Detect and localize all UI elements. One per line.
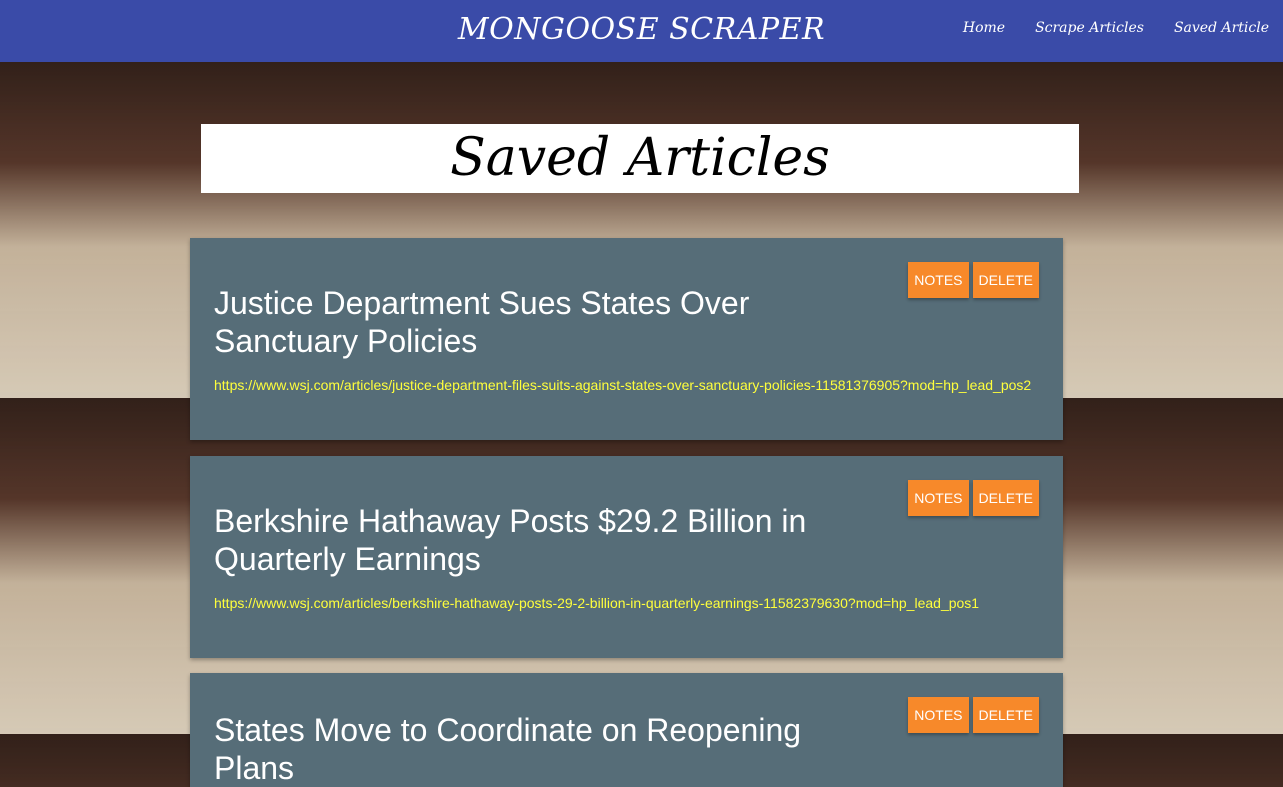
- notes-button[interactable]: NOTES: [908, 262, 969, 298]
- article-card: Berkshire Hathaway Posts $29.2 Billion i…: [190, 456, 1063, 658]
- notes-button[interactable]: NOTES: [908, 480, 969, 516]
- nav-home[interactable]: Home: [963, 20, 1005, 36]
- article-link[interactable]: https://www.wsj.com/articles/berkshire-h…: [214, 592, 1034, 615]
- notes-button[interactable]: NOTES: [908, 697, 969, 733]
- delete-button[interactable]: DELETE: [972, 697, 1039, 733]
- article-card: States Move to Coordinate on Reopening P…: [190, 673, 1063, 787]
- nav-scrape-articles[interactable]: Scrape Articles: [1035, 20, 1144, 36]
- nav-saved-articles[interactable]: Saved Article: [1174, 20, 1269, 36]
- article-title: States Move to Coordinate on Reopening P…: [214, 712, 802, 786]
- article-card: Justice Department Sues States Over Sanc…: [190, 238, 1063, 440]
- delete-button[interactable]: DELETE: [972, 262, 1039, 298]
- page-title: Saved Articles: [201, 124, 1079, 193]
- delete-button[interactable]: DELETE: [972, 480, 1039, 516]
- article-title: Justice Department Sues States Over Sanc…: [214, 285, 750, 359]
- article-link[interactable]: https://www.wsj.com/articles/justice-dep…: [214, 374, 1034, 397]
- article-title: Berkshire Hathaway Posts $29.2 Billion i…: [214, 503, 807, 577]
- navbar: MONGOOSE SCRAPER Home Scrape Articles Sa…: [0, 0, 1283, 62]
- nav-links: Home Scrape Articles Saved Article: [963, 20, 1269, 36]
